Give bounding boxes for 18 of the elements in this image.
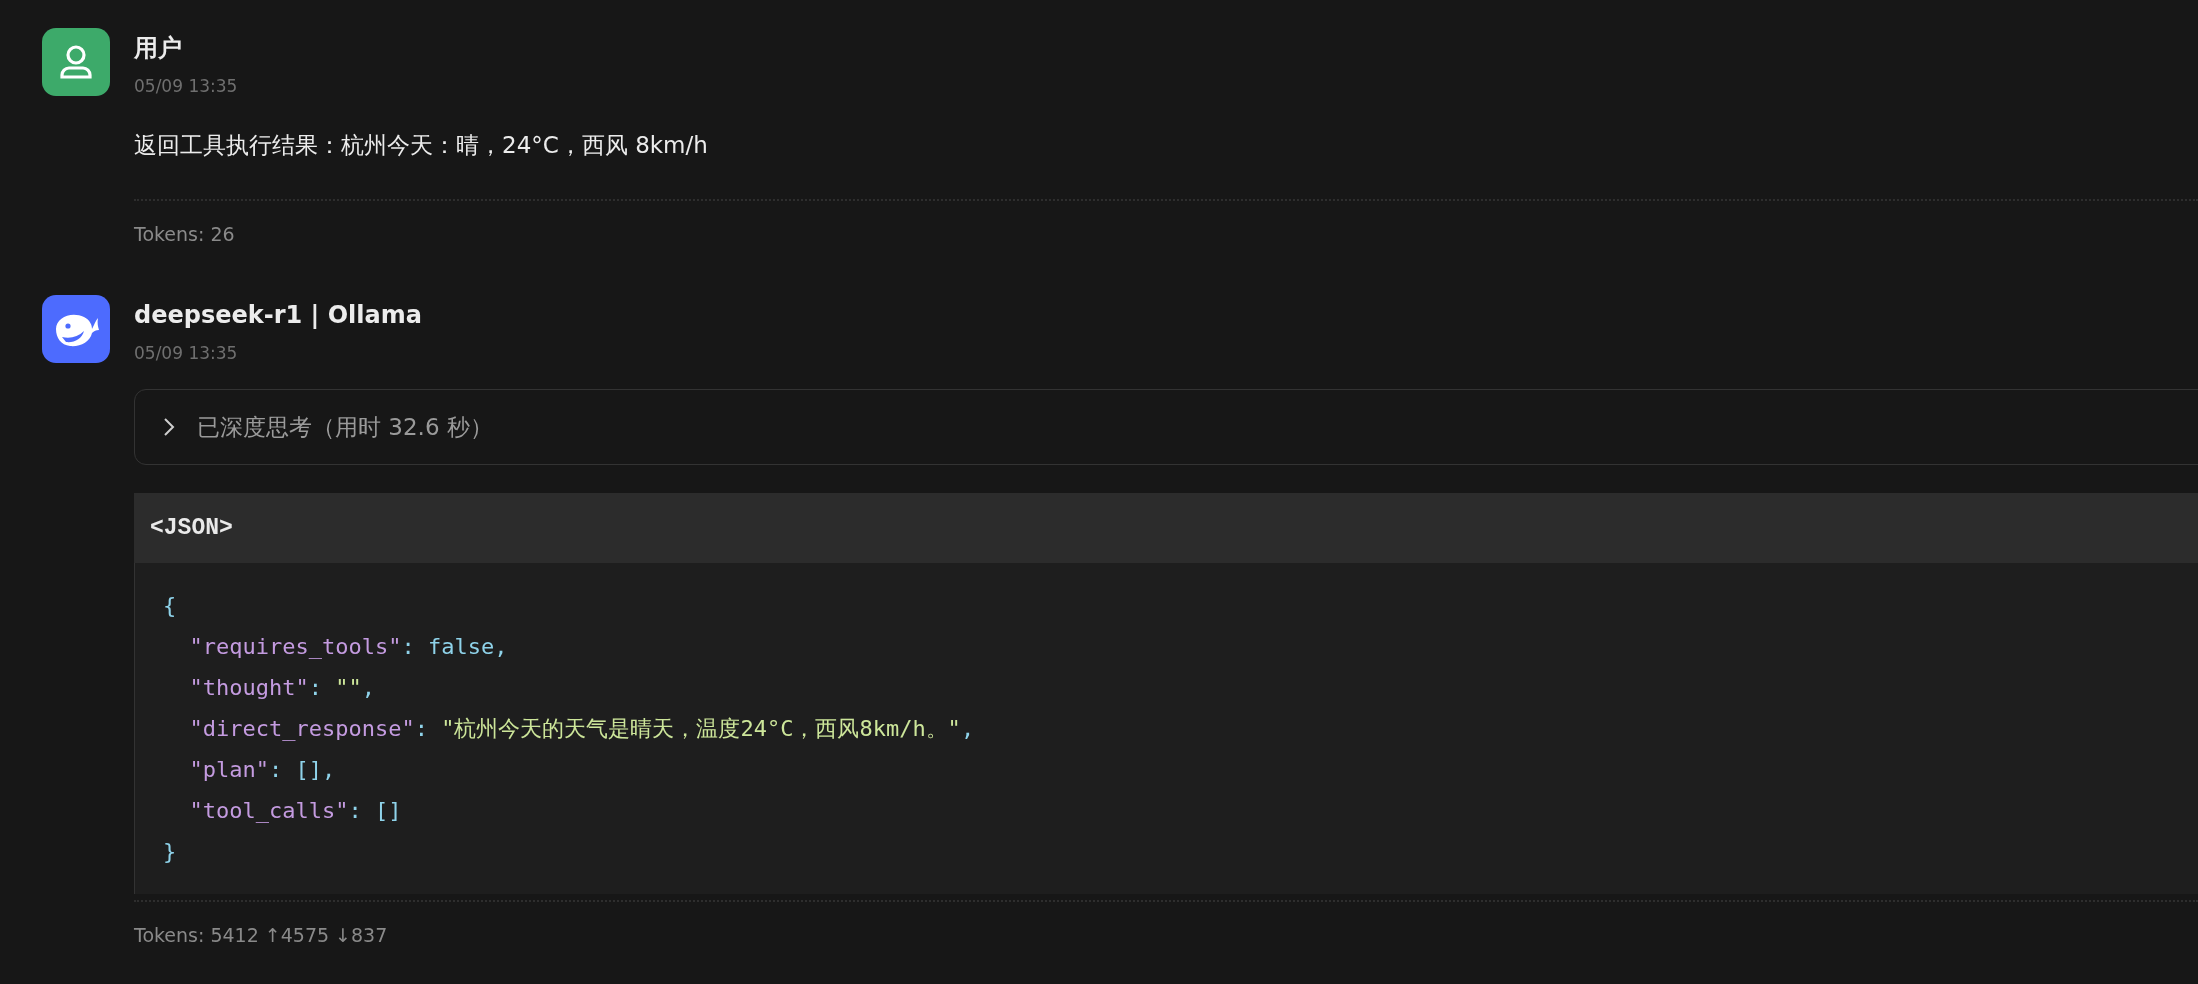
code-line: "tool_calls": [] <box>188 797 403 825</box>
thinking-toggle[interactable]: 已深度思考（用时 32.6 秒） <box>134 389 2198 465</box>
token-count: Tokens: 26 <box>134 223 236 245</box>
code-line: } <box>163 838 178 866</box>
message-text: 返回工具执行结果：杭州今天：晴，24°C，西风 8km/h <box>134 131 709 160</box>
sender-name: deepseek-r1 | Ollama <box>134 300 423 331</box>
message-time: 05/09 13:35 <box>134 343 239 363</box>
sender-name: 用户 <box>134 33 183 64</box>
code-language: <JSON> <box>150 515 233 541</box>
message-time: 05/09 13:35 <box>134 76 239 96</box>
code-line: "direct_response": "杭州今天的天气是晴天，温度24°C，西风8km/h。", <box>188 715 976 743</box>
code-line: "requires_tools": false, <box>188 633 509 661</box>
code-line: "thought": "", <box>188 674 376 702</box>
user-icon <box>59 44 93 80</box>
chevron-icon <box>163 417 175 437</box>
code-line: "plan": [], <box>188 756 337 784</box>
code-line: { <box>163 592 178 620</box>
token-count: Tokens: 5412 ↑4575 ↓837 <box>134 924 389 946</box>
